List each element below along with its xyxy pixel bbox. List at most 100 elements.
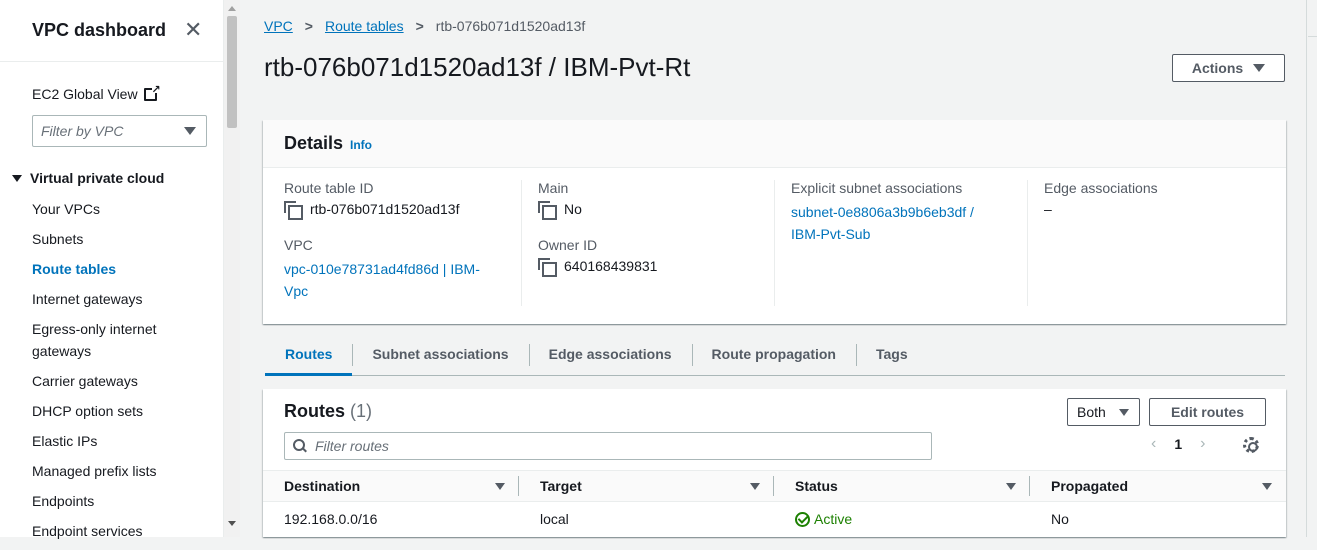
owner-id-label: Owner ID — [538, 237, 598, 253]
main-value: No — [564, 201, 582, 217]
pagination: ‹ 1 › — [1151, 435, 1205, 453]
scrollbar-thumb[interactable] — [227, 16, 237, 128]
caret-down-icon — [184, 127, 196, 135]
sidebar-item-your-vpcs[interactable]: Your VPCs — [32, 198, 172, 220]
edge-associations-value: – — [1044, 201, 1052, 217]
details-col-4: Edge associations – — [1044, 180, 1274, 306]
table-row[interactable]: 192.168.0.0/16 local Active No — [263, 503, 1286, 537]
actions-button[interactable]: Actions — [1172, 54, 1285, 82]
chevron-right-icon: > — [415, 18, 424, 34]
explicit-subnet-line1: subnet-0e8806a3b9b6eb3df / — [791, 204, 974, 220]
cell-target: local — [540, 511, 569, 527]
sidebar-item-egress-only-internet-gateways[interactable]: Egress-only internet gateways — [32, 318, 172, 362]
sidebar-item-internet-gateways[interactable]: Internet gateways — [32, 288, 172, 310]
page-title: rtb-076b071d1520ad13f / IBM-Pvt-Rt — [264, 52, 691, 82]
column-header-label: Target — [540, 478, 582, 494]
details-info-link[interactable]: Info — [350, 138, 372, 152]
details-title: Details — [284, 133, 344, 153]
copy-icon[interactable] — [538, 258, 557, 277]
sidebar: VPC dashboard ✕ EC2 Global View Filter b… — [0, 0, 224, 539]
owner-id-row: 640168439831 — [538, 258, 774, 277]
vpc-link-line1: vpc-010e78731ad4fd86d | IBM- — [284, 261, 480, 277]
scroll-up-icon[interactable] — [228, 6, 236, 11]
sidebar-item-subnets[interactable]: Subnets — [32, 228, 172, 250]
actions-label: Actions — [1191, 60, 1244, 76]
sidebar-item-route-tables[interactable]: Route tables — [32, 258, 172, 280]
routes-title-label: Routes — [284, 401, 346, 421]
breadcrumb-current: rtb-076b071d1520ad13f — [435, 18, 586, 34]
edit-routes-button[interactable]: Edit routes — [1149, 398, 1266, 426]
tab-edge-associations[interactable]: Edge associations — [528, 340, 692, 376]
column-header-label: Destination — [284, 478, 361, 494]
chevron-left-icon[interactable]: ‹ — [1151, 435, 1156, 453]
details-col-3: Explicit subnet associations subnet-0e88… — [791, 180, 1028, 306]
tab-routes[interactable]: Routes — [265, 340, 353, 376]
cell-destination: 192.168.0.0/16 — [284, 511, 378, 527]
explicit-subnet-associations-label: Explicit subnet associations — [791, 180, 963, 196]
sidebar-item-endpoint-services[interactable]: Endpoint services — [32, 520, 172, 542]
breadcrumb-vpc[interactable]: VPC — [264, 18, 293, 34]
copy-icon[interactable] — [538, 201, 557, 220]
sort-caret-icon[interactable] — [1006, 483, 1016, 490]
sidebar-item-dhcp-option-sets[interactable]: DHCP option sets — [32, 400, 172, 422]
filter-by-vpc-placeholder: Filter by VPC — [41, 123, 124, 139]
filter-routes-input[interactable]: Filter routes — [284, 432, 932, 460]
sidebar-section-label: Virtual private cloud — [30, 170, 165, 186]
column-header-destination[interactable]: Destination — [263, 471, 519, 501]
cell-status: Active — [774, 503, 1030, 535]
filter-routes-placeholder: Filter routes — [315, 438, 389, 454]
ec2-global-view-link[interactable]: EC2 Global View — [32, 83, 161, 103]
status-label: Active — [814, 511, 853, 527]
gear-icon[interactable] — [1243, 437, 1259, 453]
route-table-id-value: rtb-076b071d1520ad13f — [310, 201, 460, 217]
vpc-link[interactable]: vpc-010e78731ad4fd86d | IBM- Vpc — [284, 258, 521, 302]
both-select[interactable]: Both — [1067, 398, 1140, 426]
sidebar-item-carrier-gateways[interactable]: Carrier gateways — [32, 370, 172, 392]
filter-by-vpc-select[interactable]: Filter by VPC — [32, 115, 207, 147]
details-col-2: Main No Owner ID 640168439831 — [538, 180, 775, 306]
tab-route-propagation[interactable]: Route propagation — [691, 340, 856, 376]
sort-caret-icon[interactable] — [750, 483, 760, 490]
copy-icon[interactable] — [284, 201, 303, 220]
sidebar-header: VPC dashboard ✕ — [0, 0, 223, 62]
details-header: Details Info — [263, 120, 1286, 168]
explicit-subnet-link[interactable]: subnet-0e8806a3b9b6eb3df / IBM-Pvt-Sub — [791, 201, 1027, 245]
routes-panel: Routes (1) Both Edit routes Filter route… — [263, 389, 1286, 537]
details-col-1: Route table ID rtb-076b071d1520ad13f VPC… — [284, 180, 522, 306]
close-icon[interactable]: ✕ — [184, 19, 202, 41]
edge-associations-label: Edge associations — [1044, 180, 1158, 196]
external-link-icon — [143, 83, 161, 101]
tab-bar: Routes Subnet associations Edge associat… — [265, 340, 1285, 376]
ec2-global-view-label: EC2 Global View — [32, 86, 138, 102]
main-content: VPC > Route tables > rtb-076b071d1520ad1… — [241, 0, 1307, 537]
breadcrumb-route-tables[interactable]: Route tables — [325, 18, 404, 34]
sidebar-section-vpc[interactable]: Virtual private cloud — [12, 170, 164, 186]
cell-propagated: No — [1051, 511, 1069, 527]
chevron-right-icon[interactable]: › — [1200, 435, 1205, 453]
routes-title: Routes (1) — [284, 401, 372, 422]
sidebar-item-managed-prefix-lists[interactable]: Managed prefix lists — [32, 460, 172, 482]
sort-caret-icon[interactable] — [495, 483, 505, 490]
tab-tags[interactable]: Tags — [855, 340, 928, 376]
column-header-propagated[interactable]: Propagated — [1030, 471, 1286, 501]
column-header-status[interactable]: Status — [774, 471, 1030, 501]
sidebar-item-endpoints[interactable]: Endpoints — [32, 490, 172, 512]
column-header-target[interactable]: Target — [519, 471, 774, 501]
both-select-value: Both — [1077, 404, 1106, 420]
column-header-label: Propagated — [1051, 478, 1129, 494]
page-number[interactable]: 1 — [1174, 436, 1182, 452]
sort-caret-icon[interactable] — [1262, 483, 1272, 490]
status-indicator: Active — [795, 511, 852, 527]
table-header: Destination Target Status Propagated — [263, 470, 1286, 502]
sidebar-item-elastic-ips[interactable]: Elastic IPs — [32, 430, 172, 452]
routes-count: (1) — [350, 401, 373, 421]
main-label: Main — [538, 180, 569, 196]
tab-subnet-associations[interactable]: Subnet associations — [352, 340, 528, 376]
chevron-right-icon: > — [304, 18, 313, 34]
scroll-down-icon[interactable] — [228, 521, 236, 526]
main-row: No — [538, 201, 774, 220]
caret-down-icon — [12, 174, 22, 182]
sidebar-scrollbar[interactable] — [224, 0, 240, 537]
explicit-subnet-line2: IBM-Pvt-Sub — [791, 226, 871, 242]
search-icon — [293, 439, 307, 453]
